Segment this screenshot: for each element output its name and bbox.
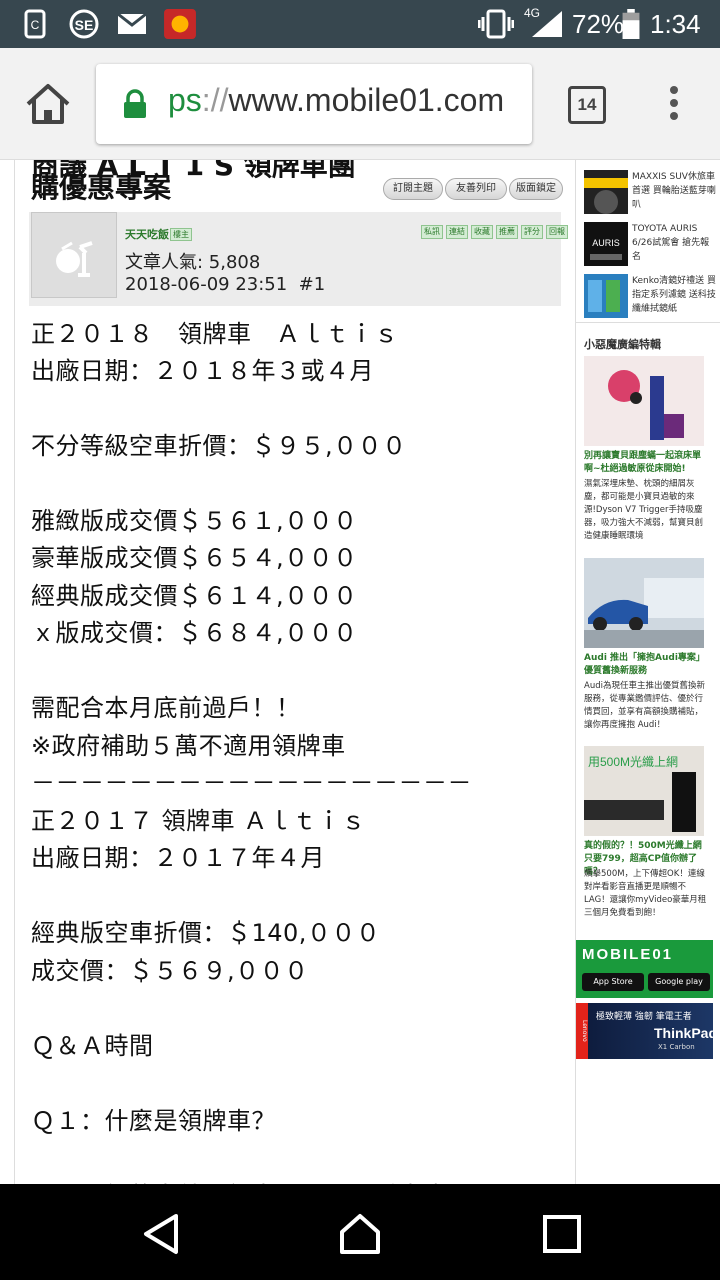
app-notification-icon: SE	[69, 9, 99, 39]
lenovo-logo: Lenovo	[576, 1003, 588, 1059]
article-popularity: 文章人氣: 5,808	[125, 252, 261, 273]
sidebar-divider	[576, 322, 720, 323]
sidebar-ad-toyota[interactable]: AURIS TOYOTA AURIS 6/26試駕會 搶先報名	[584, 222, 714, 268]
url-text: ps://www.mobile01.com	[168, 82, 505, 118]
favorite-button[interactable]: 收藏	[471, 225, 493, 239]
lock-icon	[124, 89, 146, 118]
default-avatar-icon	[56, 241, 93, 277]
post-line: 出廠日期：２０１８年３或４月	[31, 357, 374, 385]
google-play-badge[interactable]: Google play	[648, 973, 710, 991]
post-line: ｘ版成交價：＄６８４,０００	[31, 619, 358, 647]
post-line: 豪華版成交價＄６５４,０００	[31, 544, 358, 572]
post-header: 天天吃飯 樓主 文章人氣: 5,808 2018-06-09 23:51 #1 …	[29, 212, 568, 306]
post-number[interactable]: #1	[299, 274, 326, 295]
battery-icon	[622, 9, 640, 39]
post-line: Ａ１：領牌車就是新車，不是二手車也不是二	[31, 1176, 521, 1184]
dyson-feature-image[interactable]	[584, 356, 704, 446]
signal-icon	[532, 11, 562, 37]
lock-layout-button[interactable]: 版面鎖定	[509, 178, 563, 200]
browser-toolbar: ps://www.mobile01.com 14	[0, 48, 720, 160]
back-icon[interactable]	[140, 1212, 184, 1256]
thinkpad-label: ThinkPad	[654, 1025, 718, 1041]
post-line: Ｑ＆Ａ時間	[31, 1032, 154, 1060]
lenovo-ad-banner[interactable]: Lenovo 極致輕薄 強韌 筆電王者 ThinkPad X1 Carbon	[576, 1003, 717, 1059]
overflow-menu-icon[interactable]	[664, 86, 684, 126]
author-name[interactable]: 天天吃飯	[125, 226, 169, 242]
feature-description: 濕氣深埋床墊、枕頭的細屑灰塵，都可能是小寶貝過敏的來源!Dyson V7 Tri…	[584, 479, 704, 541]
mobile01-logo: MOBILE01	[582, 946, 674, 963]
post-line: 不分等級空車折價：＄９５,０００	[31, 432, 407, 460]
vibrate-icon	[478, 9, 514, 39]
svg-text:AURIS: AURIS	[592, 238, 620, 248]
web-page: 商議 A L T 1 S 領牌車團 購優惠專案 訂閱主題 友善列印 版面鎖定 天…	[0, 160, 720, 1184]
post-line: Ｑ１：什麼是領牌車？	[31, 1107, 276, 1135]
feature-description: 飆擧500M，上下傳超OK！連線對岸看影音直播更是順暢不LAG！還讓你myVid…	[584, 869, 707, 918]
clock: 1:34	[650, 9, 701, 39]
rate-button[interactable]: 評分	[521, 225, 543, 239]
recommend-button[interactable]: 推薦	[496, 225, 518, 239]
home-icon[interactable]	[22, 78, 74, 130]
article: 商議 A L T 1 S 領牌車團 購優惠專案 訂閱主題 友善列印 版面鎖定 天…	[14, 160, 576, 1184]
lens-filter-ad-image	[584, 274, 628, 318]
article-title: 購優惠專案	[31, 171, 172, 204]
svg-text:用500M光纖上網: 用500M光纖上網	[588, 755, 678, 769]
post-line: 成交價：＄５６９,０００	[31, 957, 309, 985]
print-friendly-button[interactable]: 友善列印	[445, 178, 507, 200]
tab-switcher-button[interactable]: 14	[568, 86, 606, 124]
private-message-button[interactable]: 私訊	[421, 225, 443, 239]
game-app-icon	[164, 9, 196, 39]
report-button[interactable]: 回報	[546, 225, 568, 239]
svg-text:C: C	[31, 18, 40, 32]
tire-ad-image	[584, 170, 628, 214]
car-ad-image: AURIS	[584, 222, 628, 266]
fiber-internet-feature-image[interactable]: 用500M光纖上網	[584, 746, 704, 836]
recents-icon[interactable]	[540, 1212, 584, 1256]
post-line: 經典版成交價＄６１４,０００	[31, 582, 358, 610]
x1-carbon-label: X1 Carbon	[658, 1043, 695, 1051]
mail-icon	[117, 12, 147, 34]
owner-badge: 樓主	[170, 228, 192, 241]
navigation-bar	[0, 1184, 720, 1280]
post-line: 雅緻版成交價＄５６１,０００	[31, 507, 358, 535]
sim-card-icon: C	[24, 9, 46, 39]
link-button[interactable]: 連結	[446, 225, 468, 239]
feature-description: Audi為現任車主推出優質舊換新服務，從專業鑑價評估、優於行情買回，並享有高額換…	[584, 681, 705, 730]
post-line: 正２０１７ 領牌車 Ａｌｔｉｓ	[31, 807, 366, 835]
sidebar: MAXXIS SUV休旅車首選 買輪胎送藍芽喇叭 AURIS TOYOTA AU…	[576, 160, 720, 1184]
post-line: －－－－－－－－－－－－－－－－－－	[31, 769, 472, 797]
feature-title[interactable]: 別再讓寶貝跟塵蟎一起滾床單啊~杜絕過敏原從床開始!	[584, 450, 708, 476]
mobile01-app-banner[interactable]: MOBILE01 App Store Google play	[576, 940, 713, 998]
avatar[interactable]	[31, 212, 117, 298]
svg-text:SE: SE	[75, 17, 94, 33]
audi-feature-image[interactable]	[584, 558, 704, 648]
app-store-badge[interactable]: App Store	[582, 973, 644, 991]
sidebar-ad-kenko[interactable]: Kenko清鏡好禮送 買指定系列濾鏡 送科技纖維拭鏡紙	[584, 274, 716, 320]
lenovo-tagline: 極致輕薄 強韌 筆電王者	[596, 1012, 692, 1022]
home-nav-icon[interactable]	[338, 1212, 382, 1256]
post-line: 正２０１８ 領牌車 Ａｌｔｉｓ	[31, 320, 399, 348]
post-line: 經典版空車折價：＄140,０００	[31, 919, 381, 947]
address-bar[interactable]: ps://www.mobile01.com	[96, 64, 532, 144]
sidebar-heading: 小惡魔廣編特輯	[584, 338, 661, 351]
post-line: ※政府補助５萬不適用領牌車	[31, 732, 346, 760]
sidebar-ad-maxxis[interactable]: MAXXIS SUV休旅車首選 買輪胎送藍芽喇叭	[584, 170, 716, 216]
status-bar: C SE 4G 72% 1:34	[0, 0, 720, 48]
battery-percent: 72%	[572, 9, 625, 39]
subscribe-topic-button[interactable]: 訂閱主題	[383, 178, 443, 200]
post-line: 出廠日期：２０１７年４月	[31, 844, 325, 872]
post-timestamp: 2018-06-09 23:51 #1	[125, 274, 326, 295]
feature-title[interactable]: Audi 推出「擁抱Audi專案」優質舊換新服務	[584, 652, 708, 678]
post-line: 需配合本月底前過戶！！	[31, 694, 301, 722]
